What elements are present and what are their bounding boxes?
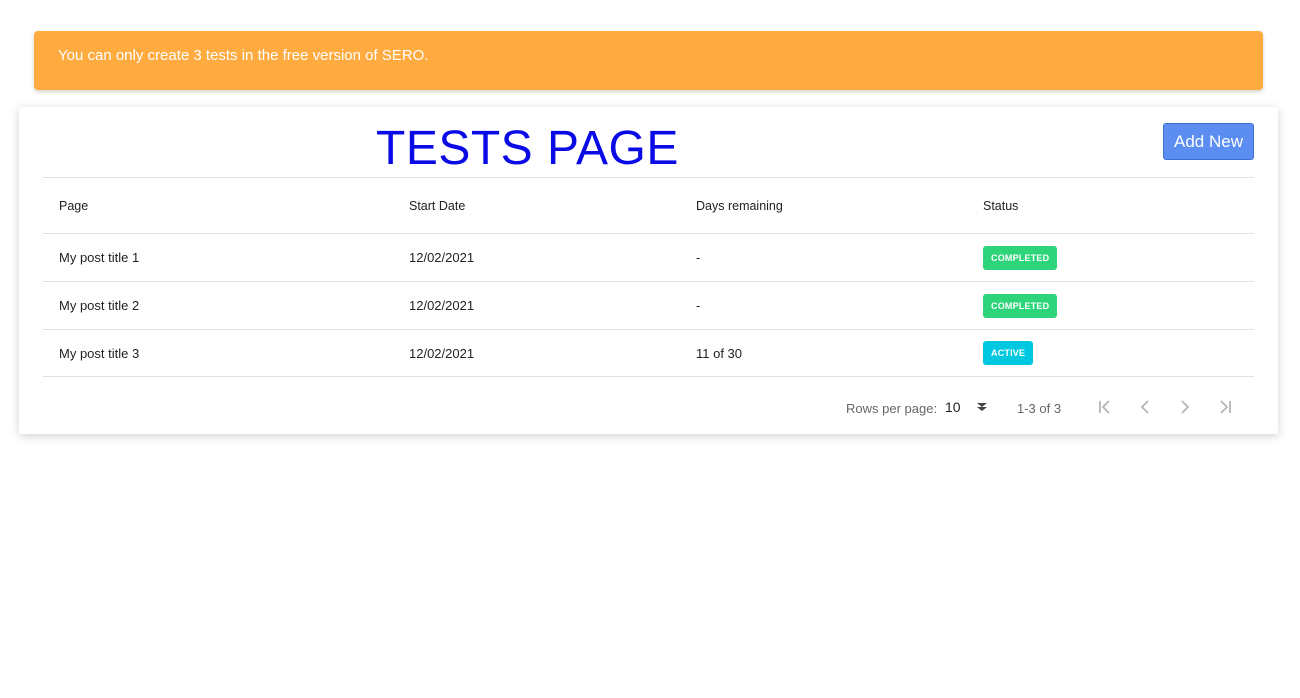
table-row[interactable]: My post title 1 12/02/2021 - COMPLETED	[43, 233, 1254, 281]
row-days-remaining: 11 of 30	[696, 345, 743, 361]
last-page-button[interactable]	[1214, 396, 1236, 418]
chevron-double-down-icon	[976, 403, 987, 411]
first-page-button[interactable]	[1094, 396, 1116, 418]
table-row[interactable]: My post title 2 12/02/2021 - COMPLETED	[43, 281, 1254, 329]
row-start-date: 12/02/2021	[409, 345, 475, 361]
rows-per-page-select[interactable]: 10	[945, 399, 988, 415]
chevron-left-icon	[1140, 400, 1149, 414]
previous-page-button[interactable]	[1134, 396, 1156, 418]
status-badge: ACTIVE	[983, 341, 1034, 365]
rows-per-page-value: 10	[945, 399, 961, 415]
status-badge: COMPLETED	[983, 293, 1058, 318]
row-days-remaining: -	[696, 298, 701, 313]
chevron-right-icon	[1181, 400, 1190, 414]
status-badge: COMPLETED	[983, 245, 1058, 270]
row-start-date: 12/02/2021	[409, 250, 475, 265]
last-page-icon	[1220, 400, 1231, 414]
add-new-button[interactable]: Add New	[1163, 123, 1254, 160]
row-start-date: 12/02/2021	[409, 298, 475, 313]
pagination-range: 1-3 of 3	[1017, 401, 1062, 416]
row-page-title: My post title 3	[59, 345, 140, 361]
table-pagination: Rows per page: 10 1-3 of 3	[43, 379, 1254, 435]
first-page-icon	[1099, 400, 1110, 414]
tests-card: TESTS PAGE Add New Page Start Date Days …	[19, 107, 1278, 434]
column-header-status[interactable]: Status	[983, 178, 1018, 233]
row-page-title: My post title 1	[59, 250, 140, 265]
page-title: TESTS PAGE	[376, 122, 679, 175]
column-header-days-remaining[interactable]: Days remaining	[696, 178, 783, 233]
table-header-row: Page Start Date Days remaining Status	[43, 177, 1254, 233]
tests-table: Page Start Date Days remaining Status My…	[43, 177, 1254, 377]
next-page-button[interactable]	[1174, 396, 1196, 418]
column-header-start-date[interactable]: Start Date	[409, 178, 465, 233]
row-days-remaining: -	[696, 250, 701, 265]
table-row[interactable]: My post title 3 12/02/2021 11 of 30 ACTI…	[43, 329, 1254, 377]
free-version-notice: You can only create 3 tests in the free …	[34, 31, 1263, 90]
rows-per-page-label: Rows per page:	[846, 401, 938, 416]
column-header-page[interactable]: Page	[59, 178, 88, 233]
row-page-title: My post title 2	[59, 298, 140, 313]
notice-text: You can only create 3 tests in the free …	[58, 47, 429, 64]
